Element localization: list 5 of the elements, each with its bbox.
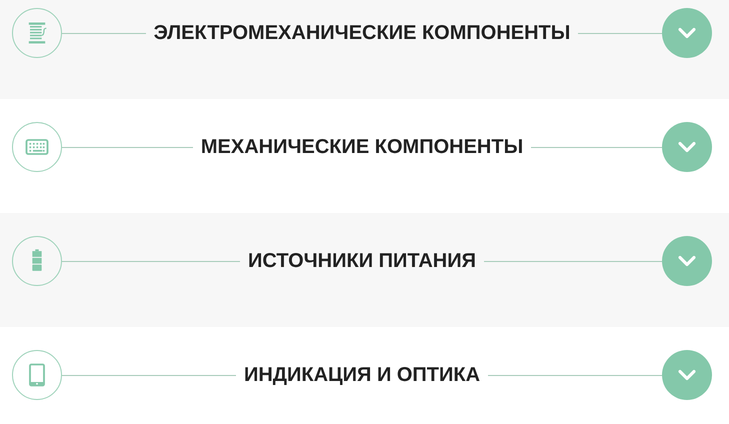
section-title: ИСТОЧНИКИ ПИТАНИЯ bbox=[247, 249, 477, 274]
section-title: ИНДИКАЦИЯ И ОПТИКА bbox=[242, 363, 482, 388]
section-title: МЕХАНИЧЕСКИЕ КОМПОНЕНТЫ bbox=[200, 135, 524, 160]
expand-button[interactable] bbox=[662, 350, 712, 400]
section-title: ЭЛЕКТРОМЕХАНИЧЕСКИЕ КОМПОНЕНТЫ bbox=[152, 21, 572, 46]
